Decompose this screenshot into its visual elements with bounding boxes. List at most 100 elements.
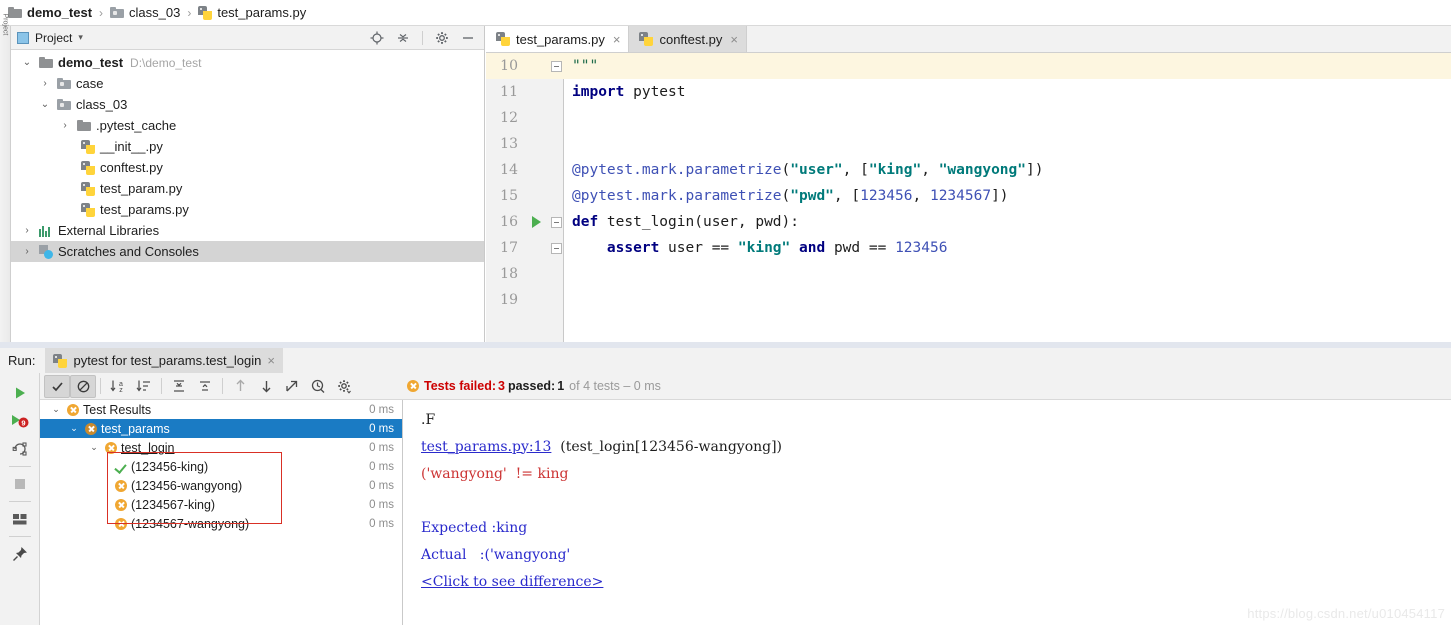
tree-item-test-params-py[interactable]: test_params.py xyxy=(11,199,484,220)
code-line-19[interactable]: 19 xyxy=(486,287,1451,313)
expand-all-icon[interactable] xyxy=(166,375,192,398)
code-line-13[interactable]: 13 xyxy=(486,131,1451,157)
run-side-toolbar: 9 xyxy=(0,373,40,625)
test-node-label: (1234567-wangyong) xyxy=(131,516,250,531)
close-icon[interactable]: × xyxy=(730,32,738,47)
gutter-run-test-icon[interactable] xyxy=(524,216,548,228)
chevron-right-icon[interactable]: › xyxy=(19,225,35,236)
test-duration: 0 ms xyxy=(369,422,394,435)
minimize-icon[interactable] xyxy=(458,28,478,48)
scratches-icon xyxy=(39,244,53,259)
code-line-11[interactable]: 11 import pytest xyxy=(486,79,1451,105)
chevron-down-icon[interactable]: ⌄ xyxy=(86,442,102,453)
chevron-right-icon[interactable]: › xyxy=(37,78,53,89)
test-results-tree[interactable]: ⌄ Test Results 0 ms ⌄ test_params 0 ms ⌄ xyxy=(40,400,403,625)
line-number: 18 xyxy=(500,266,518,282)
chevron-down-icon[interactable]: ▾ xyxy=(78,32,83,43)
rerun-icon[interactable] xyxy=(4,379,36,407)
code-line-14[interactable]: 14 @pytest.mark.parametrize("user", ["ki… xyxy=(486,157,1451,183)
fold-region-start-icon[interactable] xyxy=(548,216,564,228)
chevron-down-icon[interactable]: ⌄ xyxy=(48,404,64,415)
layout-icon[interactable] xyxy=(4,505,36,533)
collapse-all-icon[interactable] xyxy=(192,375,218,398)
code-text: assert user == "king" and pwd == 123456 xyxy=(606,240,948,256)
fold-region-end-icon[interactable] xyxy=(548,242,564,254)
settings-gear-icon[interactable] xyxy=(331,375,357,398)
code-line-17[interactable]: 17 assert user == "king" and pwd == 1234… xyxy=(486,235,1451,261)
tree-item-demo-test[interactable]: ⌄ demo_test D:\demo_test xyxy=(11,52,484,73)
stop-icon[interactable] xyxy=(4,470,36,498)
sort-alphabetically-icon[interactable]: az xyxy=(105,375,131,398)
test-node-test-login[interactable]: ⌄ test_login 0 ms xyxy=(40,438,402,457)
locate-icon[interactable] xyxy=(367,28,387,48)
code-line-12[interactable]: 12 xyxy=(486,105,1451,131)
code-editor[interactable]: 10 """ 11 import pytest 12 13 14 @pytest… xyxy=(486,53,1451,342)
test-node-param-123456-wangyong[interactable]: (123456-wangyong) 0 ms xyxy=(40,476,402,495)
rerun-failed-tests-icon[interactable]: 9 xyxy=(4,407,36,435)
chevron-down-icon[interactable]: ⌄ xyxy=(66,423,82,434)
python-run-icon xyxy=(53,353,68,368)
chevron-right-icon[interactable]: › xyxy=(57,120,73,131)
gear-icon[interactable] xyxy=(432,28,452,48)
code-text: import pytest xyxy=(572,84,686,100)
fold-region-end-icon[interactable] xyxy=(548,60,564,72)
library-icon xyxy=(39,225,53,237)
show-passed-toggle[interactable] xyxy=(44,374,70,398)
tool-window-stripe-left[interactable]: Project xyxy=(0,14,11,342)
tree-item-conftest-py[interactable]: conftest.py xyxy=(11,157,484,178)
svg-text:z: z xyxy=(119,387,123,393)
chevron-down-icon[interactable]: ⌄ xyxy=(19,57,35,68)
click-to-see-difference-link[interactable]: <Click to see difference> xyxy=(421,574,603,590)
close-icon[interactable]: × xyxy=(613,32,621,47)
test-output-console[interactable]: .F test_params.py:13 (test_login[123456-… xyxy=(403,400,1451,625)
folder-icon xyxy=(77,120,91,131)
editor-area: test_params.py × conftest.py × 10 """ 11 xyxy=(486,26,1451,342)
test-runner-toolbar: az Tests failed: 3 passed: 1 of 4 tests … xyxy=(40,373,1451,400)
hide-ignored-toggle[interactable] xyxy=(70,374,96,398)
run-configuration-tab[interactable]: pytest for test_params.test_login × xyxy=(45,348,283,373)
code-line-18[interactable]: 18 xyxy=(486,261,1451,287)
editor-tab-conftest[interactable]: conftest.py × xyxy=(629,26,747,52)
test-node-test-results[interactable]: ⌄ Test Results 0 ms xyxy=(40,400,402,419)
export-test-results-icon[interactable] xyxy=(279,375,305,398)
source-link[interactable]: test_params.py:13 xyxy=(421,439,551,455)
pin-tab-icon[interactable] xyxy=(4,540,36,568)
project-tree[interactable]: ⌄ demo_test D:\demo_test › case ⌄ class_… xyxy=(11,50,484,342)
collapse-all-icon[interactable] xyxy=(393,28,413,48)
tree-item-init-py[interactable]: __init__.py xyxy=(11,136,484,157)
code-line-16[interactable]: 16 def test_login(user, pwd): xyxy=(486,209,1451,235)
test-node-param-1234567-king[interactable]: (1234567-king) 0 ms xyxy=(40,495,402,514)
test-failed-icon xyxy=(105,441,117,454)
tree-item-external-libraries[interactable]: › External Libraries xyxy=(11,220,484,241)
test-failed-icon xyxy=(67,403,79,416)
breadcrumb-item-project[interactable]: demo_test xyxy=(8,5,92,20)
test-node-param-1234567-wangyong[interactable]: (1234567-wangyong) 0 ms xyxy=(40,514,402,533)
tree-item-label: Scratches and Consoles xyxy=(58,244,199,259)
rerun-automatically-icon[interactable] xyxy=(4,435,36,463)
test-node-test-params[interactable]: ⌄ test_params 0 ms xyxy=(40,419,402,438)
prev-failed-test-icon[interactable] xyxy=(227,375,253,398)
sort-by-duration-icon[interactable] xyxy=(131,375,157,398)
test-node-param-123456-king[interactable]: (123456-king) 0 ms xyxy=(40,457,402,476)
tree-item-class-03[interactable]: ⌄ class_03 xyxy=(11,94,484,115)
error-icon xyxy=(407,380,419,392)
test-status-bar: Tests failed: 3 passed: 1 of 4 tests – 0… xyxy=(407,379,661,393)
close-icon[interactable]: × xyxy=(267,353,275,368)
next-failed-test-icon[interactable] xyxy=(253,375,279,398)
folder-icon xyxy=(110,7,125,18)
breadcrumb-item-folder[interactable]: class_03 xyxy=(110,5,180,20)
project-stripe-button[interactable]: Project xyxy=(2,14,9,50)
breadcrumb-item-file[interactable]: test_params.py xyxy=(198,5,306,20)
editor-tab-test-params[interactable]: test_params.py × xyxy=(486,26,630,52)
code-line-10[interactable]: 10 """ xyxy=(486,53,1451,79)
chevron-right-icon[interactable]: › xyxy=(19,246,35,257)
tree-item-scratches-and-consoles[interactable]: › Scratches and Consoles xyxy=(11,241,484,262)
console-line-diff-link[interactable]: <Click to see difference> xyxy=(421,568,1451,595)
chevron-down-icon[interactable]: ⌄ xyxy=(37,99,53,110)
line-number: 15 xyxy=(500,188,518,204)
tree-item-test-param-py[interactable]: test_param.py xyxy=(11,178,484,199)
code-line-15[interactable]: 15 @pytest.mark.parametrize("pwd", [1234… xyxy=(486,183,1451,209)
tree-item-pytest-cache[interactable]: › .pytest_cache xyxy=(11,115,484,136)
tree-item-case[interactable]: › case xyxy=(11,73,484,94)
test-history-icon[interactable] xyxy=(305,375,331,398)
